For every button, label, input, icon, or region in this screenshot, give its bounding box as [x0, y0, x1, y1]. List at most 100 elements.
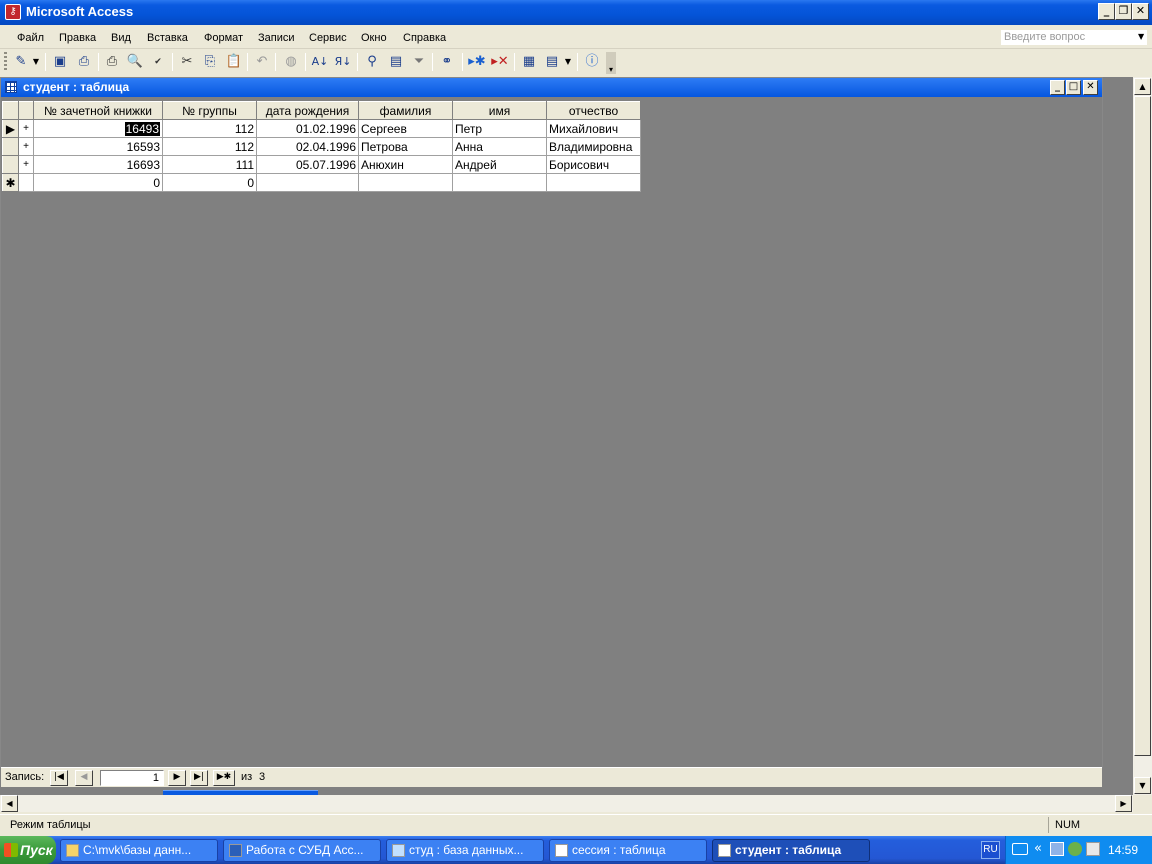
- scroll-right-icon[interactable]: ▶: [1115, 795, 1132, 812]
- table-cell[interactable]: 16693: [33, 155, 163, 174]
- vertical-scrollbar[interactable]: ▲ ▼: [1133, 77, 1152, 795]
- search-file-icon[interactable]: ⎙: [74, 52, 94, 72]
- filter-by-selection-icon[interactable]: ⚲: [362, 52, 382, 72]
- table-cell[interactable]: [256, 173, 359, 192]
- task-button-student-table[interactable]: студент : таблица: [712, 839, 870, 862]
- table-cell[interactable]: [452, 173, 547, 192]
- selected-cell-value[interactable]: 16493: [124, 121, 160, 136]
- print-icon[interactable]: ⎙: [102, 52, 122, 72]
- table-cell[interactable]: 01.02.1996: [256, 119, 359, 138]
- horizontal-scroll-track[interactable]: [19, 795, 36, 812]
- restore-button[interactable]: ❐: [1115, 3, 1132, 20]
- clock[interactable]: 14:59: [1108, 843, 1138, 857]
- table-row[interactable]: ▶ + 16493 112 01.02.1996 Сергеев Петр Ми…: [2, 119, 641, 138]
- record-selector[interactable]: [2, 155, 19, 174]
- first-record-button[interactable]: |◀: [50, 770, 68, 786]
- chevron-down-icon[interactable]: ▼: [1138, 32, 1144, 41]
- apply-filter-icon[interactable]: ⏷: [409, 52, 429, 72]
- menu-format[interactable]: Формат: [204, 32, 243, 44]
- table-cell[interactable]: 112: [162, 119, 257, 138]
- menu-edit[interactable]: Правка: [59, 32, 96, 44]
- copy-icon[interactable]: ⎘: [200, 52, 220, 72]
- menu-file[interactable]: Файл: [17, 32, 44, 44]
- tray-expand-icon[interactable]: «: [1034, 841, 1042, 856]
- access-key-icon[interactable]: ⚷: [5, 4, 21, 20]
- table-cell[interactable]: [358, 173, 453, 192]
- table-cell[interactable]: 16493: [33, 119, 163, 138]
- insert-hyperlink-icon[interactable]: ◍: [281, 52, 301, 72]
- table-cell[interactable]: 05.07.1996: [256, 155, 359, 174]
- menu-tools[interactable]: Сервис: [309, 32, 347, 44]
- table-cell[interactable]: Михайлович: [546, 119, 641, 138]
- table-cell[interactable]: 0: [33, 173, 163, 192]
- delete-record-icon[interactable]: ▸✕: [490, 52, 510, 72]
- find-icon[interactable]: ⚭: [437, 52, 457, 72]
- scroll-left-icon[interactable]: ◀: [1, 795, 18, 812]
- table-cell[interactable]: Петрова: [358, 137, 453, 156]
- toolbar-options-button[interactable]: ▾: [606, 52, 616, 74]
- help-icon[interactable]: ⓘ: [582, 52, 602, 72]
- table-cell[interactable]: Анна: [452, 137, 547, 156]
- database-window-icon[interactable]: ▦: [519, 52, 539, 72]
- scroll-down-icon[interactable]: ▼: [1134, 777, 1151, 794]
- table-cell[interactable]: 0: [162, 173, 257, 192]
- child-minimize-button[interactable]: _: [1050, 80, 1065, 95]
- table-cell[interactable]: Сергеев: [358, 119, 453, 138]
- task-button-database[interactable]: студ : база данных...: [386, 839, 544, 862]
- language-indicator[interactable]: RU: [981, 841, 1000, 859]
- table-cell[interactable]: Борисович: [546, 155, 641, 174]
- menu-insert[interactable]: Вставка: [147, 32, 188, 44]
- save-icon[interactable]: ▣: [50, 52, 70, 72]
- chevron-down-icon[interactable]: ▼: [562, 52, 574, 72]
- spelling-icon[interactable]: ✔: [148, 52, 168, 72]
- last-record-button[interactable]: ▶|: [190, 770, 208, 786]
- ask-question-input[interactable]: Введите вопрос: [1000, 29, 1148, 46]
- table-cell[interactable]: Андрей: [452, 155, 547, 174]
- column-header[interactable]: № группы: [162, 101, 257, 120]
- cut-icon[interactable]: ✂: [177, 52, 197, 72]
- table-cell[interactable]: Владимировна: [546, 137, 641, 156]
- child-maximize-button[interactable]: □: [1066, 80, 1081, 95]
- minimize-button[interactable]: _: [1098, 3, 1115, 20]
- record-selector[interactable]: [2, 137, 19, 156]
- select-all-corner[interactable]: [2, 101, 19, 120]
- vertical-scroll-thumb[interactable]: [1134, 96, 1151, 756]
- new-record-icon[interactable]: ▸✱: [467, 52, 487, 72]
- task-button-explorer[interactable]: C:\mvk\базы данн...: [60, 839, 218, 862]
- expand-button[interactable]: +: [18, 155, 34, 174]
- paste-icon[interactable]: 📋: [224, 52, 244, 72]
- menu-view[interactable]: Вид: [111, 32, 131, 44]
- new-record-selector[interactable]: ✱: [2, 173, 19, 192]
- chevron-down-icon[interactable]: ▼: [30, 52, 42, 72]
- column-header[interactable]: № зачетной книжки: [33, 101, 163, 120]
- new-record-nav-button[interactable]: ▶✱: [213, 770, 235, 786]
- table-row[interactable]: + 16693 111 05.07.1996 Анюхин Андрей Бор…: [2, 155, 641, 174]
- table-cell[interactable]: 16593: [33, 137, 163, 156]
- menu-help[interactable]: Справка: [403, 32, 446, 44]
- expand-button[interactable]: +: [18, 119, 34, 138]
- start-button[interactable]: Пуск: [0, 836, 56, 864]
- column-header[interactable]: имя: [452, 101, 547, 120]
- new-record-row[interactable]: ✱ 0 0: [2, 173, 641, 192]
- next-record-button[interactable]: ▶: [168, 770, 186, 786]
- sort-ascending-icon[interactable]: A↓: [310, 52, 330, 72]
- child-close-button[interactable]: ✕: [1083, 80, 1098, 95]
- table-cell[interactable]: Анюхин: [358, 155, 453, 174]
- sort-descending-icon[interactable]: Я↓: [333, 52, 353, 72]
- menu-records[interactable]: Записи: [258, 32, 295, 44]
- monitor-icon[interactable]: [1086, 842, 1100, 856]
- antivirus-icon[interactable]: [1068, 842, 1082, 856]
- task-button-session-table[interactable]: сессия : таблица: [549, 839, 707, 862]
- filter-by-form-icon[interactable]: ▤: [386, 52, 406, 72]
- table-row[interactable]: + 16593 112 02.04.1996 Петрова Анна Влад…: [2, 137, 641, 156]
- expand-button[interactable]: +: [18, 137, 34, 156]
- column-header[interactable]: дата рождения: [256, 101, 359, 120]
- table-cell[interactable]: 111: [162, 155, 257, 174]
- column-header[interactable]: фамилия: [358, 101, 453, 120]
- menu-window[interactable]: Окно: [361, 32, 387, 44]
- horizontal-scrollbar[interactable]: ◀ ▶: [0, 795, 1133, 812]
- close-button[interactable]: ✕: [1132, 3, 1149, 20]
- network-icon[interactable]: [1050, 842, 1064, 856]
- record-selector[interactable]: ▶: [2, 119, 19, 138]
- previous-record-button[interactable]: ◀: [75, 770, 93, 786]
